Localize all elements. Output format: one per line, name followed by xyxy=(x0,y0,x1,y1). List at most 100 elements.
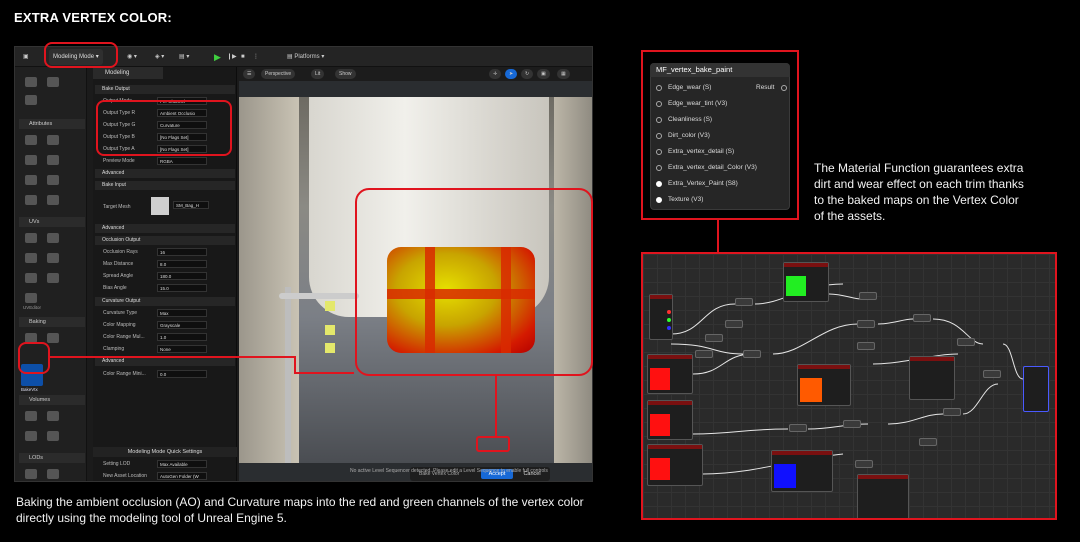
max-distance-input[interactable]: 8.0 xyxy=(157,260,207,268)
tool-icon[interactable] xyxy=(25,411,37,421)
input-pin[interactable] xyxy=(656,133,662,139)
rotate-icon[interactable]: ↻ xyxy=(521,69,534,79)
input-pin[interactable] xyxy=(656,181,662,187)
section-advanced[interactable]: Advanced xyxy=(95,169,235,178)
pin-red[interactable] xyxy=(667,310,671,314)
input-pin[interactable] xyxy=(656,117,662,123)
grid-snap-icon[interactable]: ▦ xyxy=(557,69,570,79)
quick-settings-header[interactable]: Modeling Mode Quick Settings xyxy=(93,447,237,457)
material-graph[interactable] xyxy=(641,252,1057,520)
tool-icon[interactable] xyxy=(25,195,37,205)
tool-icon[interactable] xyxy=(47,273,59,283)
input-pin[interactable] xyxy=(656,165,662,171)
math-node[interactable] xyxy=(857,320,875,328)
math-node[interactable] xyxy=(705,334,723,342)
section-advanced[interactable]: Advanced xyxy=(95,357,235,366)
color-mapping-select[interactable]: Grayscale xyxy=(157,321,207,329)
tool-icon[interactable] xyxy=(25,431,37,441)
blueprint-icon[interactable]: ◈ ▾ xyxy=(155,50,164,64)
platforms-menu[interactable]: ▤ Platforms ▾ xyxy=(287,50,324,64)
tool-icon[interactable] xyxy=(25,233,37,243)
tool-icon[interactable] xyxy=(25,77,37,87)
group-uvs[interactable]: UVs xyxy=(19,217,85,227)
tool-icon[interactable] xyxy=(47,135,59,145)
uv-editor-icon[interactable] xyxy=(25,293,37,303)
group-volumes[interactable]: Volumes xyxy=(19,395,85,405)
tab-modeling[interactable]: Modeling xyxy=(93,67,163,79)
param-node-black[interactable] xyxy=(909,356,955,400)
tool-icon[interactable] xyxy=(47,175,59,185)
bias-angle-input[interactable]: 15.0 xyxy=(157,284,207,292)
move-icon[interactable]: ✛ xyxy=(489,69,502,79)
math-node[interactable] xyxy=(859,292,877,300)
input-pin[interactable] xyxy=(656,149,662,155)
section-bake-output[interactable]: Bake Output xyxy=(95,85,235,94)
math-node[interactable] xyxy=(725,320,743,328)
math-node[interactable] xyxy=(919,438,937,446)
pin-green[interactable] xyxy=(667,318,671,322)
clamping-select[interactable]: None xyxy=(157,345,207,353)
spread-angle-input[interactable]: 180.0 xyxy=(157,272,207,280)
tool-icon[interactable] xyxy=(47,469,59,479)
pin-blue[interactable] xyxy=(667,326,671,330)
input-pin[interactable] xyxy=(656,85,662,91)
math-node[interactable] xyxy=(943,408,961,416)
tool-icon[interactable] xyxy=(47,253,59,263)
play-icon[interactable]: ▶ xyxy=(214,50,221,64)
math-node[interactable] xyxy=(843,420,861,428)
group-lods[interactable]: LODs xyxy=(19,453,85,463)
occlusion-rays-input[interactable]: 16 xyxy=(157,248,207,256)
stop-icon[interactable]: ■ xyxy=(241,50,245,64)
tool-icon[interactable] xyxy=(25,253,37,263)
math-node[interactable] xyxy=(957,338,975,346)
tool-icon[interactable] xyxy=(47,431,59,441)
math-node[interactable] xyxy=(743,350,761,358)
lit-button[interactable]: Lit xyxy=(311,69,325,79)
add-actor-icon[interactable]: ◉ ▾ xyxy=(127,50,137,64)
output-node[interactable] xyxy=(1023,366,1049,412)
math-node[interactable] xyxy=(695,350,713,358)
tool-icon[interactable] xyxy=(47,77,59,87)
output-pin[interactable] xyxy=(781,85,787,91)
save-icon[interactable]: ▣ xyxy=(23,50,29,64)
color-range-input[interactable]: 1.0 xyxy=(157,333,207,341)
math-node[interactable] xyxy=(789,424,807,432)
group-attributes[interactable]: Attributes xyxy=(19,119,85,129)
math-node[interactable] xyxy=(855,460,873,468)
tool-icon[interactable] xyxy=(25,135,37,145)
tool-icon[interactable] xyxy=(25,273,37,283)
section-advanced[interactable]: Advanced xyxy=(95,224,235,233)
section-occlusion-output[interactable]: Occlusion Output xyxy=(95,236,235,245)
section-curvature-output[interactable]: Curvature Output xyxy=(95,297,235,306)
step-icon[interactable]: ❙▶ xyxy=(227,50,237,64)
vertex-color-node[interactable] xyxy=(649,294,673,340)
curvature-type-select[interactable]: Max xyxy=(157,309,207,317)
tool-icon[interactable] xyxy=(47,195,59,205)
perspective-button[interactable]: Perspective xyxy=(261,69,296,79)
tool-icon[interactable] xyxy=(25,175,37,185)
scale-icon[interactable]: ▣ xyxy=(537,69,550,79)
math-node[interactable] xyxy=(983,370,1001,378)
target-mesh-picker[interactable]: SM_Bag_H xyxy=(173,201,209,209)
section-bake-input[interactable]: Bake Input xyxy=(95,181,235,190)
asset-location-select[interactable]: AutoGen Folder (W xyxy=(157,472,207,480)
tool-icon[interactable] xyxy=(25,469,37,479)
select-icon[interactable]: ➤ xyxy=(505,69,518,79)
play-options-icon[interactable]: ⋮ xyxy=(253,50,259,64)
tool-icon[interactable] xyxy=(25,155,37,165)
tool-icon[interactable] xyxy=(47,155,59,165)
tool-icon[interactable] xyxy=(47,411,59,421)
viewport-menu-icon[interactable]: ☰ xyxy=(243,69,256,79)
show-button[interactable]: Show xyxy=(335,69,356,79)
setting-lod-select[interactable]: Max Available xyxy=(157,460,207,468)
tool-icon[interactable] xyxy=(47,333,59,343)
math-node[interactable] xyxy=(735,298,753,306)
preview-mode-select[interactable]: RGBA xyxy=(157,157,207,165)
param-node-black[interactable] xyxy=(857,474,909,518)
input-pin[interactable] xyxy=(656,101,662,107)
group-baking[interactable]: Baking xyxy=(19,317,85,327)
math-node[interactable] xyxy=(913,314,931,322)
input-pin[interactable] xyxy=(656,197,662,203)
math-node[interactable] xyxy=(857,342,875,350)
color-range-min-input[interactable]: 0.0 xyxy=(157,370,207,378)
